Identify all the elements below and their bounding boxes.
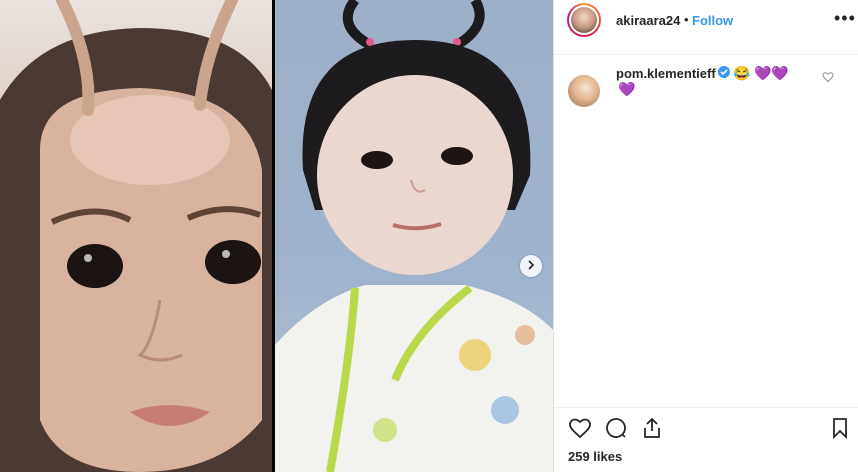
child-illustration (275, 0, 553, 472)
likes-count[interactable]: 259 likes (568, 449, 622, 464)
heart-icon[interactable] (568, 416, 592, 445)
follow-button[interactable]: Follow (692, 13, 733, 28)
post-sidebar: akiraara24 • Follow ••• pom.klementieff … (553, 0, 858, 472)
bookmark-icon[interactable] (828, 416, 852, 445)
post-actions: 259 likes (554, 407, 858, 473)
comment-item: pom.klementieff 😂 💜 💜 💜 (554, 65, 858, 126)
photo-left-woman (0, 0, 272, 472)
comment-username[interactable]: pom.klementieff (616, 66, 716, 81)
more-options-button[interactable]: ••• (834, 8, 856, 29)
woman-illustration (0, 0, 272, 472)
verified-badge-icon (718, 66, 730, 78)
comment-bubble-icon[interactable] (604, 416, 628, 445)
chevron-right-icon (526, 257, 536, 275)
photo-right-child (275, 0, 553, 472)
next-photo-button[interactable] (520, 255, 542, 277)
purple-heart-emoji: 💜 (754, 65, 772, 81)
laughing-emoji: 😂 (733, 65, 751, 81)
comment-like-heart-icon[interactable] (822, 70, 834, 88)
post-header: akiraara24 • Follow ••• (554, 0, 858, 55)
avatar-image (571, 7, 597, 33)
purple-heart-emoji: 💜 (618, 81, 636, 97)
instagram-post: akiraara24 • Follow ••• pom.klementieff … (0, 0, 858, 472)
comment-avatar[interactable] (568, 75, 600, 107)
share-icon[interactable] (640, 416, 664, 445)
profile-avatar[interactable] (567, 3, 601, 37)
post-username[interactable]: akiraara24 (616, 13, 680, 28)
post-media (0, 0, 553, 472)
purple-heart-emoji: 💜 (771, 65, 789, 81)
separator-dot: • (684, 12, 689, 27)
